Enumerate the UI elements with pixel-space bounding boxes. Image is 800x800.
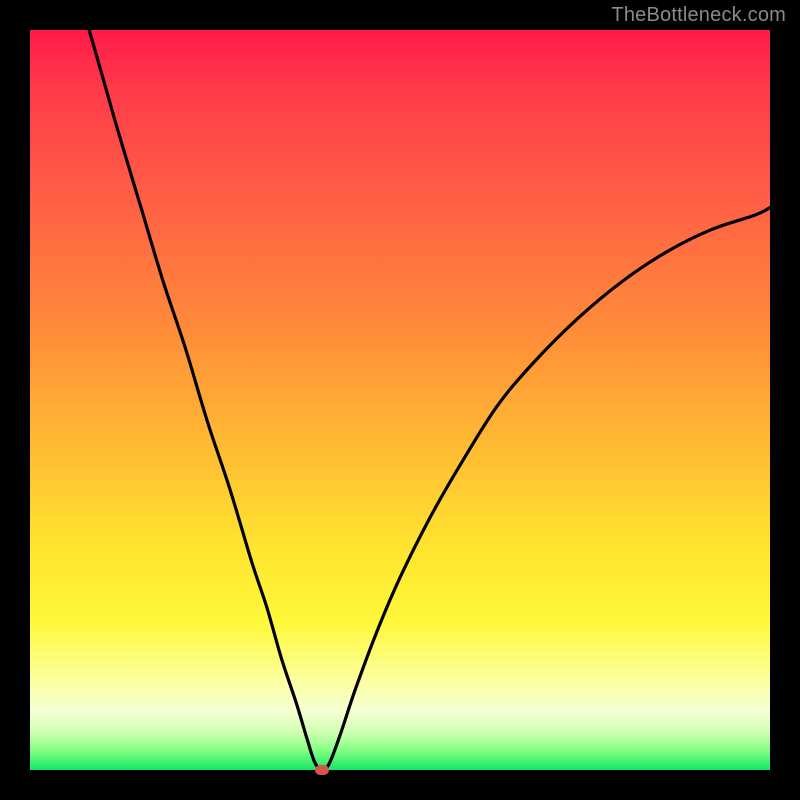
plot-area: [30, 30, 770, 770]
watermark-text: TheBottleneck.com: [611, 4, 786, 27]
chart-frame: TheBottleneck.com: [0, 0, 800, 800]
bottleneck-curve: [30, 30, 770, 770]
minimum-marker: [315, 765, 329, 775]
